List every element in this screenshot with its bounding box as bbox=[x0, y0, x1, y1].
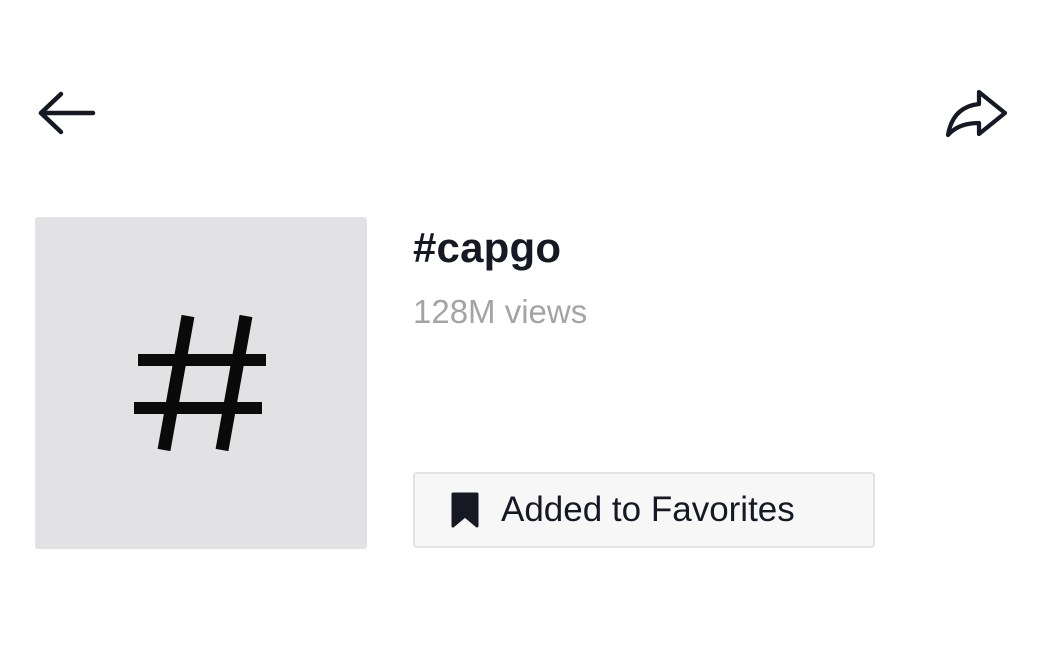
share-button[interactable] bbox=[940, 77, 1012, 149]
back-button[interactable] bbox=[30, 77, 102, 149]
added-to-favorites-button[interactable]: Added to Favorites bbox=[413, 472, 875, 548]
hashtag-title: #capgo bbox=[413, 224, 562, 271]
hashtag-icon bbox=[134, 314, 266, 452]
favorites-button-label: Added to Favorites bbox=[501, 490, 795, 529]
view-count: 128M views bbox=[413, 293, 588, 330]
share-arrow-icon bbox=[945, 89, 1008, 138]
arrow-left-icon bbox=[38, 91, 96, 135]
top-navigation-bar bbox=[0, 0, 1040, 200]
hashtag-cover-image bbox=[35, 217, 367, 549]
bookmark-filled-icon bbox=[447, 490, 483, 530]
